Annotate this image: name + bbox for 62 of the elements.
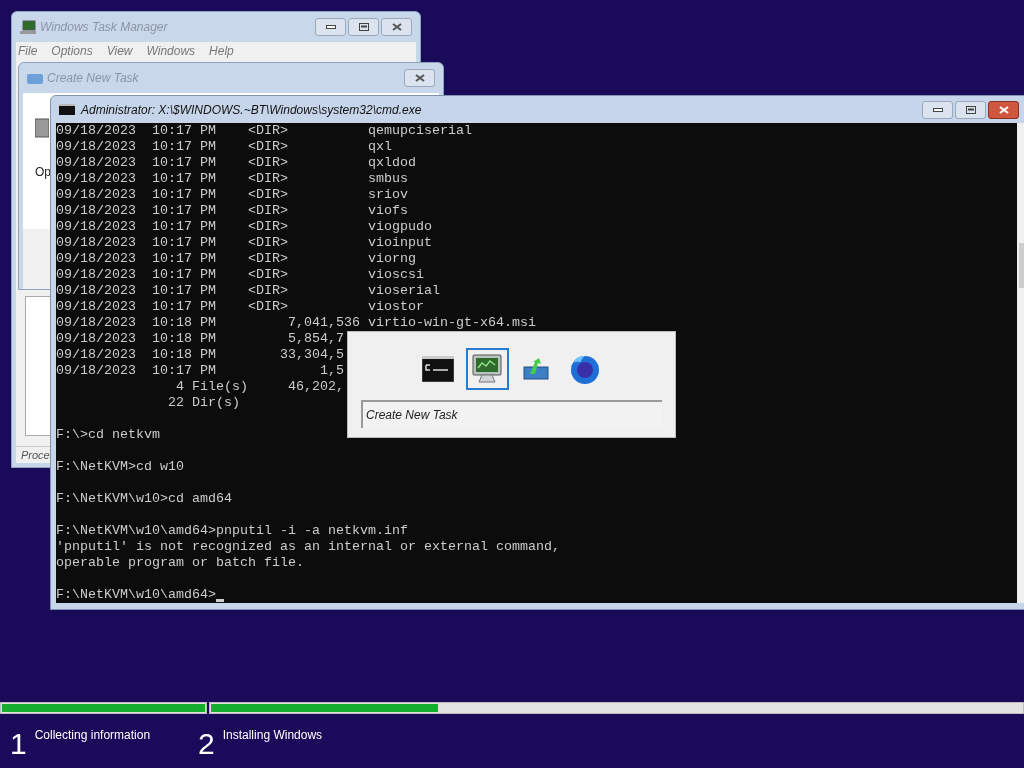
switcher-item[interactable] [465, 348, 509, 390]
monitor-icon [470, 353, 504, 385]
close-button[interactable] [988, 100, 1019, 119]
step-label: Installing Windows [222, 727, 323, 744]
minimize-button[interactable] [922, 100, 953, 119]
menu-item[interactable]: File [18, 42, 38, 60]
menu-item[interactable]: Options [51, 42, 93, 60]
console-line: 09/18/2023 10:18 PM 5,854,7 [56, 331, 344, 347]
console-line: 09/18/2023 10:17 PM <DIR> qxl [56, 139, 392, 155]
field-label: Op [35, 164, 51, 181]
setup-icon [523, 358, 549, 380]
console-line: 09/18/2023 10:17 PM <DIR> vioserial [56, 283, 440, 299]
console-line: 09/18/2023 10:17 PM <DIR> viorng [56, 251, 416, 267]
console-icon [422, 356, 454, 382]
close-button[interactable] [381, 18, 412, 36]
window-title: Create New Task [47, 70, 139, 87]
console-line: F:\NetKVM\w10\amd64> [56, 587, 216, 603]
console-line: F:\NetKVM\w10>cd amd64 [56, 491, 232, 507]
console-line: 09/18/2023 10:17 PM <DIR> viostor [56, 299, 424, 315]
console-line: 'pnputil' is not recognized as an internal or external command, [56, 539, 560, 555]
console-line: 09/18/2023 10:17 PM <DIR> vioinput [56, 235, 432, 251]
close-button[interactable] [404, 69, 435, 87]
close-icon [414, 74, 425, 82]
step-number: 2 [198, 726, 215, 762]
console-line: 09/18/2023 10:18 PM 33,304,5 [56, 347, 344, 363]
console-line: 09/18/2023 10:17 PM 1,5 [56, 363, 344, 379]
console-line: 09/18/2023 10:18 PM 7,041,536 virtio-win-gt-x64.msi [56, 315, 536, 331]
console-icon [59, 104, 75, 115]
console-line: F:\NetKVM\w10\amd64>pnputil -i -a netkvm.inf [56, 523, 408, 539]
maximize-button[interactable] [955, 100, 986, 119]
maximize-icon [965, 105, 976, 114]
console-line: 09/18/2023 10:17 PM <DIR> qemupciserial [56, 123, 472, 139]
console-line: 4 File(s) 46,202, [174, 379, 344, 395]
console-line: 09/18/2023 10:17 PM <DIR> smbus [56, 171, 408, 187]
window-title: Administrator: X:\$WINDOWS.~BT\Windows\system32\cmd.exe [81, 101, 422, 119]
console-line: operable program or batch file. [56, 555, 304, 571]
minimize-icon [932, 107, 943, 112]
app-icon [20, 20, 36, 34]
close-icon [998, 105, 1009, 114]
text-cursor [215, 599, 224, 602]
status-text: Proce [21, 447, 50, 463]
minimize-button[interactable] [315, 18, 346, 36]
window-title: Windows Task Manager [40, 19, 168, 36]
console-line: 09/18/2023 10:17 PM <DIR> qxldod [56, 155, 416, 171]
console-line: 09/18/2023 10:17 PM <DIR> viogpudo [56, 219, 432, 235]
maximize-button[interactable] [348, 18, 379, 36]
menu-item[interactable]: Windows [146, 42, 196, 60]
maximize-icon [358, 23, 369, 31]
console-line: F:\>cd netkvm [56, 427, 160, 443]
globe-icon [569, 353, 601, 385]
menu-item[interactable]: Help [209, 42, 234, 60]
console-line: 09/18/2023 10:17 PM <DIR> sriov [56, 187, 408, 203]
console-line: 09/18/2023 10:17 PM <DIR> viofs [56, 203, 408, 219]
window-caption: Create New Task [361, 400, 662, 428]
minimize-icon [325, 25, 336, 29]
console-line: F:\NetKVM>cd w10 [56, 459, 184, 475]
console-line: 22 Dir(s) [166, 395, 240, 411]
console-line: 09/18/2023 10:17 PM <DIR> vioscsi [56, 267, 424, 283]
step-number: 1 [10, 726, 27, 762]
close-icon [391, 23, 402, 31]
step-label: Collecting information [34, 727, 151, 744]
menu-item[interactable]: View [106, 42, 133, 60]
